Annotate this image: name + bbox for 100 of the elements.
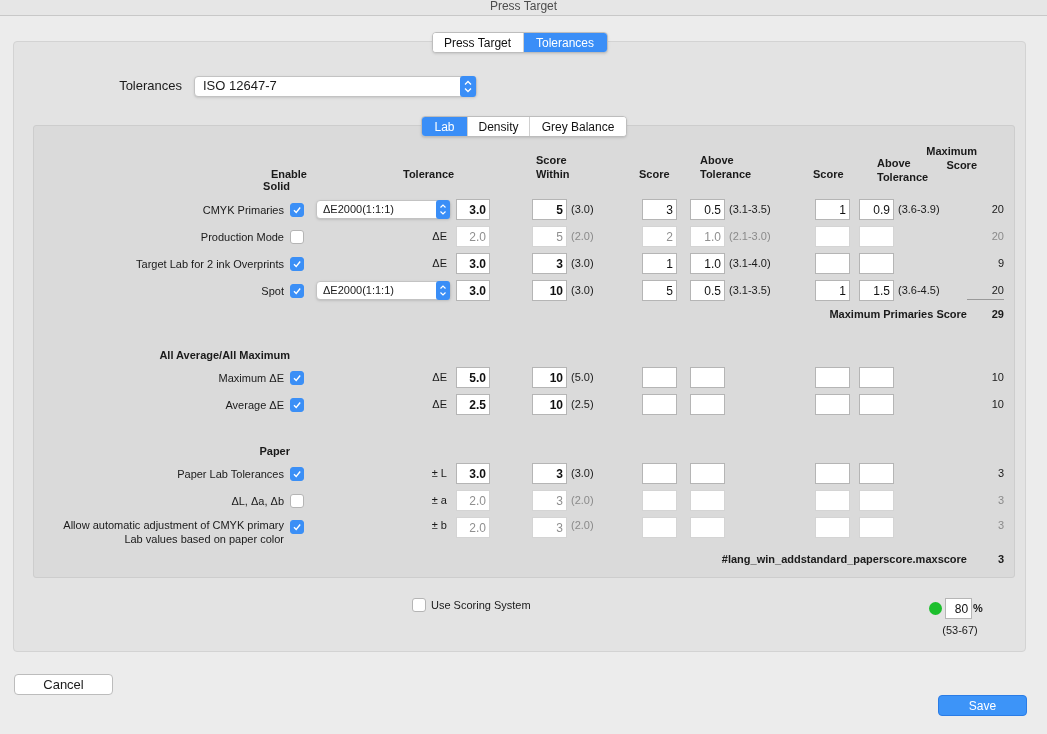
column-header: Score <box>639 167 671 181</box>
tolerance-field[interactable]: 3.0 <box>456 280 490 301</box>
row-label: ΔL, Δa, Δb <box>231 493 284 508</box>
range-text: (2.1-3.0) <box>729 230 771 243</box>
cancel-button[interactable]: Cancel <box>14 674 113 695</box>
tolerance-field[interactable] <box>859 226 894 247</box>
score-field[interactable] <box>815 367 850 388</box>
score-field[interactable]: 10 <box>532 394 567 415</box>
range-text: (3.6-3.9) <box>898 203 940 216</box>
checkmark-icon <box>292 372 302 383</box>
tolerance-field[interactable]: 2.5 <box>456 394 490 415</box>
tolerance-field[interactable]: 0.5 <box>690 280 725 301</box>
tab[interactable]: Density <box>467 117 529 136</box>
score-field[interactable]: 5 <box>532 199 567 220</box>
tolerance-field[interactable] <box>690 367 725 388</box>
unit-label: ΔE <box>432 229 448 245</box>
checkbox[interactable] <box>290 397 304 412</box>
score-field[interactable]: 1 <box>815 280 850 301</box>
score-field[interactable] <box>815 226 850 247</box>
range-text: (3.0) <box>571 203 594 216</box>
row-label: CMYK Primaries <box>202 202 284 217</box>
row-label: Average ΔE <box>225 397 284 412</box>
tolerance-field[interactable] <box>859 517 894 538</box>
checkbox[interactable] <box>290 256 304 271</box>
tolerance-field[interactable] <box>859 253 894 274</box>
tolerance-field[interactable] <box>859 463 894 484</box>
tolerance-field[interactable] <box>690 490 725 511</box>
score-field[interactable]: 10 <box>532 280 567 301</box>
tolerance-field[interactable]: 1.0 <box>690 253 725 274</box>
max-score-text: 3 <box>997 466 1004 482</box>
row-label: Production Mode <box>200 229 284 244</box>
unit-label: ΔE <box>432 397 448 413</box>
range-text: (3.0) <box>571 284 594 297</box>
tolerance-field[interactable]: 0.9 <box>859 199 894 220</box>
range-text: (3.6-4.5) <box>898 284 940 297</box>
section-heading: Solid <box>263 179 290 193</box>
checkmark-icon <box>292 399 302 410</box>
score-field[interactable] <box>642 517 677 538</box>
unit-label: ΔE <box>432 256 448 272</box>
checkmark-icon <box>292 258 302 269</box>
unit-label: ± L <box>431 466 448 482</box>
score-field[interactable]: 10 <box>532 367 567 388</box>
tolerance-field[interactable] <box>859 490 894 511</box>
stepper-icon <box>436 281 450 300</box>
field-label: Tolerances <box>118 77 182 96</box>
max-score-text: 10 <box>991 397 1004 413</box>
score-field[interactable] <box>815 463 850 484</box>
section-heading: All Average/All Maximum <box>159 348 290 362</box>
tolerance-field[interactable] <box>690 517 725 538</box>
tab[interactable]: Press Target <box>432 33 523 52</box>
tolerance-field[interactable] <box>690 394 725 415</box>
method-dropdown[interactable]: ΔE2000(1:1:1) <box>316 200 451 219</box>
tolerances-dropdown[interactable]: ISO 12647-7 <box>194 75 477 97</box>
section-heading: Paper <box>259 444 290 458</box>
method-dropdown[interactable]: ΔE2000(1:1:1) <box>316 281 451 300</box>
tolerance-field[interactable]: 3.0 <box>456 199 490 220</box>
checkbox[interactable] <box>290 370 304 385</box>
max-score-text: 20 <box>991 202 1004 218</box>
checkbox[interactable] <box>290 466 304 481</box>
tolerance-field[interactable]: 5.0 <box>456 367 490 388</box>
checkmark-icon <box>292 204 302 215</box>
percent-field[interactable]: 80 <box>945 598 973 619</box>
score-field[interactable] <box>815 253 850 274</box>
max-score-text: 3 <box>997 518 1004 533</box>
score-field[interactable]: 5 <box>642 280 677 301</box>
tolerance-field[interactable] <box>859 367 894 388</box>
row-label: Maximum ΔE <box>218 370 284 385</box>
score-field[interactable]: 1 <box>815 199 850 220</box>
tab[interactable]: Grey Balance <box>529 117 626 136</box>
score-field[interactable] <box>642 394 677 415</box>
score-field[interactable] <box>642 367 677 388</box>
score-field[interactable] <box>815 394 850 415</box>
unit-label: % <box>973 601 983 617</box>
unit-label: ± b <box>431 518 448 533</box>
score-field[interactable]: 1 <box>642 253 677 274</box>
score-field[interactable] <box>815 490 850 511</box>
max-score-text: 9 <box>997 256 1004 272</box>
checkbox[interactable] <box>412 598 426 612</box>
total-value: 29 <box>991 306 1004 322</box>
checkbox[interactable] <box>290 283 304 298</box>
tolerance-field[interactable] <box>859 394 894 415</box>
max-score-text: 20 <box>991 283 1004 299</box>
column-header: Score <box>813 167 845 181</box>
tolerance-field[interactable]: 3.0 <box>456 253 490 274</box>
max-score-text: 10 <box>991 370 1004 386</box>
row-label: Target Lab for 2 ink Overprints <box>136 256 284 271</box>
score-field[interactable]: 3 <box>532 253 567 274</box>
tolerance-field[interactable]: 3.0 <box>456 463 490 484</box>
score-field[interactable] <box>642 463 677 484</box>
score-field[interactable] <box>815 517 850 538</box>
total-label: Maximum Primaries Score <box>829 306 967 322</box>
max-score-text: 20 <box>991 229 1004 245</box>
tolerance-field[interactable]: 0.5 <box>690 199 725 220</box>
tolerance-field[interactable]: 1.5 <box>859 280 894 301</box>
score-field[interactable]: 3 <box>642 199 677 220</box>
checkmark-icon <box>292 522 302 532</box>
score-field[interactable] <box>642 490 677 511</box>
checkbox[interactable] <box>290 202 304 217</box>
score-field[interactable]: 3 <box>532 463 567 484</box>
tolerance-field[interactable] <box>690 463 725 484</box>
